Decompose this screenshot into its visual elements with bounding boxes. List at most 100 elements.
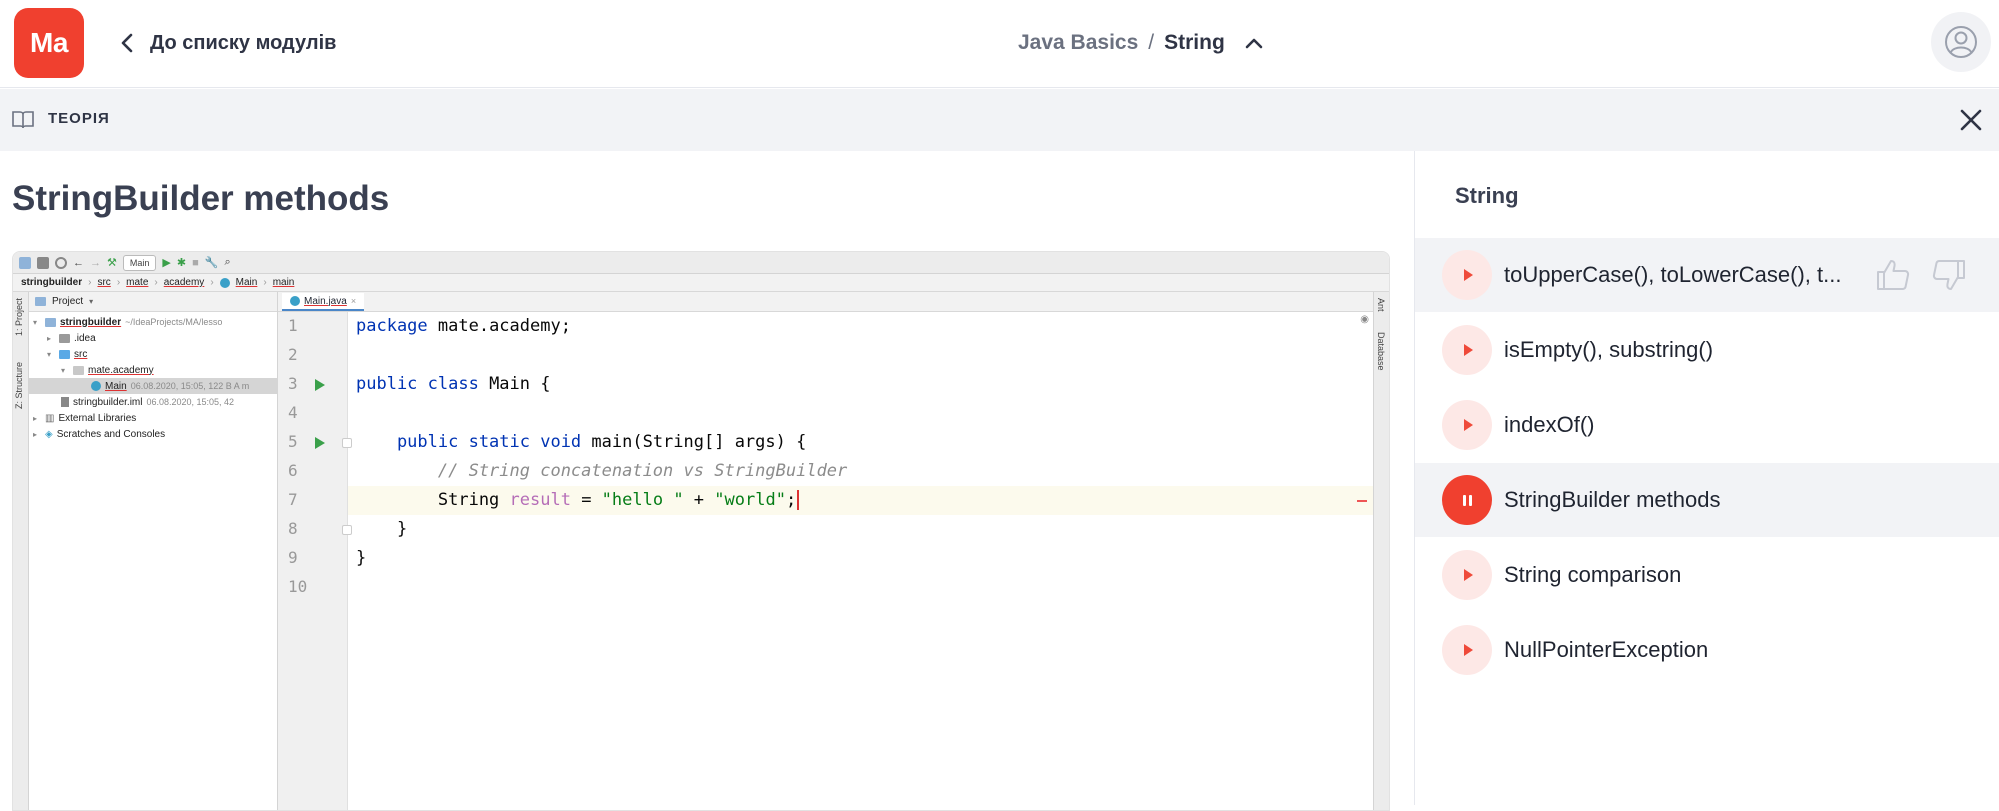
lesson-title: StringBuilder methods [12,179,390,218]
save-icon [37,256,49,269]
code-area: package mate.academy; public class Main … [348,312,1373,810]
ide-right-tool-strip: Ant Database [1373,292,1389,810]
tree-item: stringbuilder.iml 06.08.2020, 15:05, 42 [61,394,234,410]
line-number: 1 [288,316,298,335]
tree-item-selected: Main 06.08.2020, 15:05, 122 B A m [29,378,278,394]
nav-project: stringbuilder [21,277,83,288]
breadcrumb-topic[interactable]: String [1164,31,1225,55]
lesson-item-current[interactable]: StringBuilder methods [1415,463,1999,537]
project-panel: Project ▾ ▾ stringbuilder ~/IdeaProjects/M… [29,292,278,810]
lesson-item[interactable]: NullPointerException [1415,613,1999,687]
folder-icon [19,256,31,269]
lesson-label: isEmpty(), substring() [1504,337,1714,362]
arrow-right-icon: → [90,256,101,269]
lesson-list-sidebar: String toUpperCase(), toLowerCase(), t..… [1414,151,1999,805]
logo[interactable]: Ma [14,8,84,78]
wrench-icon: 🔧 [204,257,219,269]
back-to-modules-button[interactable]: До списку модулів [120,26,336,60]
code-line: public class Main { [356,374,551,394]
eye-icon: ◉ [1360,314,1369,325]
ide-left-tool-strip: 1: Project Z: Structure [13,292,29,810]
text-cursor [797,490,800,510]
avatar[interactable] [1931,12,1991,72]
lesson-item[interactable]: toUpperCase(), toLowerCase(), t... [1415,238,1999,312]
chevron-up-icon[interactable] [1245,37,1263,49]
lesson-label: indexOf() [1504,412,1595,437]
code-line: // String concatenation vs StringBuilder [356,461,848,481]
book-icon [12,111,34,129]
line-number: 5 [288,432,298,451]
folder-icon [35,297,46,306]
run-gutter-icon [315,437,325,449]
scratches-icon: ◈ [45,428,53,440]
chevron-down-icon: ▾ [89,297,94,306]
code-line: public static void main(String[] args) { [356,432,807,452]
close-icon[interactable] [1958,107,1984,133]
pause-icon [1462,494,1472,506]
rating-buttons [1875,258,1967,292]
play-button[interactable] [1442,400,1492,450]
play-icon [1464,569,1473,581]
breadcrumb-separator: / [1148,31,1155,54]
nav-main-method: main [272,277,295,288]
play-icon [1464,269,1473,281]
line-number: 8 [288,519,298,538]
tree-item: ▾ stringbuilder ~/IdeaProjects/MA/lesso [33,316,223,328]
library-icon: ▥ [45,412,55,424]
play-button[interactable] [1442,250,1492,300]
code-line: package mate.academy; [356,316,571,336]
stop-icon: ■ [192,256,199,269]
refresh-icon [55,256,67,269]
ant-tool-tab: Ant [1376,298,1386,312]
run-config-select: Main [122,254,157,271]
project-header-label: Project [52,296,84,307]
lesson-label: String comparison [1504,562,1682,587]
run-gutter-icon [315,379,325,391]
line-number: 7 [288,490,298,509]
tree-item: ▾ mate.academy [61,364,154,376]
lesson-item[interactable]: String comparison [1415,538,1999,612]
tree-item: ▾ src [47,348,88,360]
play-button[interactable] [1442,550,1492,600]
breadcrumb-course[interactable]: Java Basics [1018,31,1138,55]
thumbs-up-icon[interactable] [1875,258,1911,292]
lesson-label: NullPointerException [1504,637,1709,662]
lesson-item[interactable]: indexOf() [1415,388,1999,462]
play-button[interactable] [1442,625,1492,675]
nav-main-class: Main [235,277,258,288]
back-label: До списку модулів [150,31,337,54]
play-icon [1464,644,1473,656]
lesson-item[interactable]: isEmpty(), substring() [1415,313,1999,387]
search-icon: ⌕ [224,256,231,268]
run-icon: ▶ [162,257,171,269]
editor-tab-main-java: Main.java × [282,293,365,311]
debug-icon: ✱ [176,257,187,269]
pause-button[interactable] [1442,475,1492,525]
lesson-label: toUpperCase(), toLowerCase(), t... [1504,262,1842,287]
nav-src: src [97,277,111,288]
lesson-label: StringBuilder methods [1504,487,1721,512]
nav-academy: academy [163,277,205,288]
play-button[interactable] [1442,325,1492,375]
line-number: 10 [288,577,308,596]
theory-label: ТЕОРІЯ [48,110,110,127]
theory-bar: ТЕОРІЯ [0,89,1999,151]
ide-screenshot: ← → ⚒ Main ▶ ✱ ■ 🔧 ⌕ stringbuilder › src ›… [12,251,1390,811]
line-number: 2 [288,345,298,364]
line-number: 6 [288,461,298,480]
database-tool-tab: Database [1376,332,1386,371]
class-icon [219,277,230,288]
line-gutter: 1 2 3 4 5 6 7 8 9 10 [278,312,352,810]
top-bar: Ma До списку модулів Java Basics / Strin… [0,0,1999,88]
tree-item: ▸ ▥ External Libraries [33,412,137,424]
hammer-icon: ⚒ [107,257,117,269]
line-number: 4 [288,403,298,422]
structure-tool-tab: Z: Structure [14,362,24,410]
tree-item: ▸ .idea [47,332,96,344]
code-line: } [356,519,408,539]
ide-toolbar: ← → ⚒ Main ▶ ✱ ■ 🔧 ⌕ [13,252,1389,274]
breadcrumb[interactable]: Java Basics / String [1018,26,1263,60]
editor-tabs: Main.java × [278,292,1373,312]
thumbs-down-icon[interactable] [1931,258,1967,292]
lesson-content: StringBuilder methods ← → ⚒ Main ▶ ✱ ■ 🔧… [0,151,1414,811]
